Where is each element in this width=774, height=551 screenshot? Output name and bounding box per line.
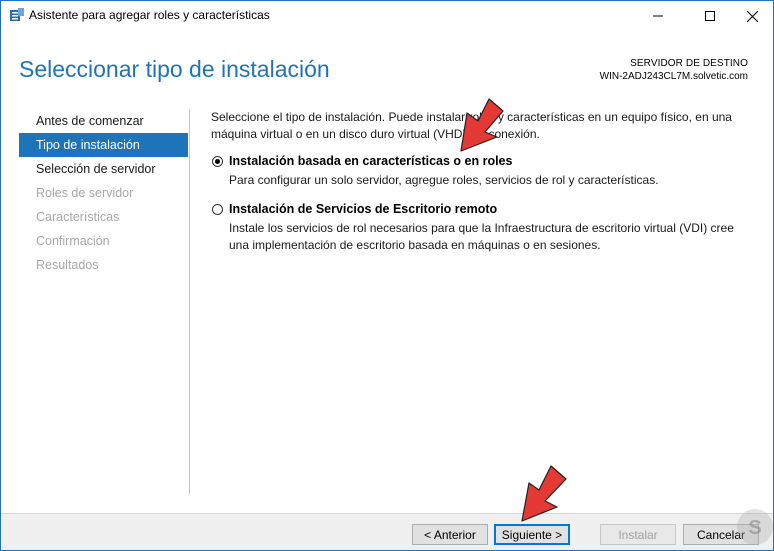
wizard-steps-nav: Antes de comenzar Tipo de instalación Se… [19,109,190,494]
destination-server: WIN-2ADJ243CL7M.solvetic.com [599,71,748,82]
next-button[interactable]: Siguiente > [494,524,570,545]
close-icon [746,10,758,22]
title-bar[interactable]: Asistente para agregar roles y caracterí… [1,1,773,31]
minimize-button[interactable] [635,1,681,31]
page-title: Seleccionar tipo de instalación [19,56,330,82]
option-description: Para configurar un solo servidor, agregu… [229,173,659,187]
server-manager-icon [9,7,25,23]
destination-label: SERVIDOR DE DESTINO [630,58,748,69]
previous-button[interactable]: < Anterior [412,524,488,545]
option-title[interactable]: Instalación de Servicios de Escritorio r… [229,202,497,216]
wizard-window: Asistente para agregar roles y caracterí… [0,0,774,551]
maximize-icon [705,11,715,21]
nav-item-roles-de-servidor: Roles de servidor [36,186,134,200]
option-description: Instale los servicios de rol necesarios … [229,221,734,252]
install-button: Instalar [600,524,676,545]
maximize-button[interactable] [687,1,733,31]
radio-remote-desktop[interactable] [212,204,223,215]
footer-bar: < Anterior Siguiente > Instalar Cancelar [1,513,773,550]
window-title: Asistente para agregar roles y caracterí… [29,8,270,22]
option-title[interactable]: Instalación basada en características o … [229,154,512,168]
solvetic-logo-icon: S [737,509,773,545]
nav-item-antes-de-comenzar[interactable]: Antes de comenzar [19,109,188,133]
nav-item-seleccion-de-servidor[interactable]: Selección de servidor [19,157,188,181]
nav-item-tipo-de-instalacion[interactable]: Tipo de instalación [19,133,188,157]
svg-text:S: S [748,517,761,539]
close-button[interactable] [729,1,773,31]
radio-role-based[interactable] [212,156,223,167]
minimize-icon [653,11,663,21]
intro-text: Seleccione el tipo de instalación. Puede… [211,110,732,141]
nav-item-caracteristicas: Características [36,210,120,224]
nav-item-confirmacion: Confirmación [36,234,110,248]
nav-item-resultados: Resultados [36,258,99,272]
